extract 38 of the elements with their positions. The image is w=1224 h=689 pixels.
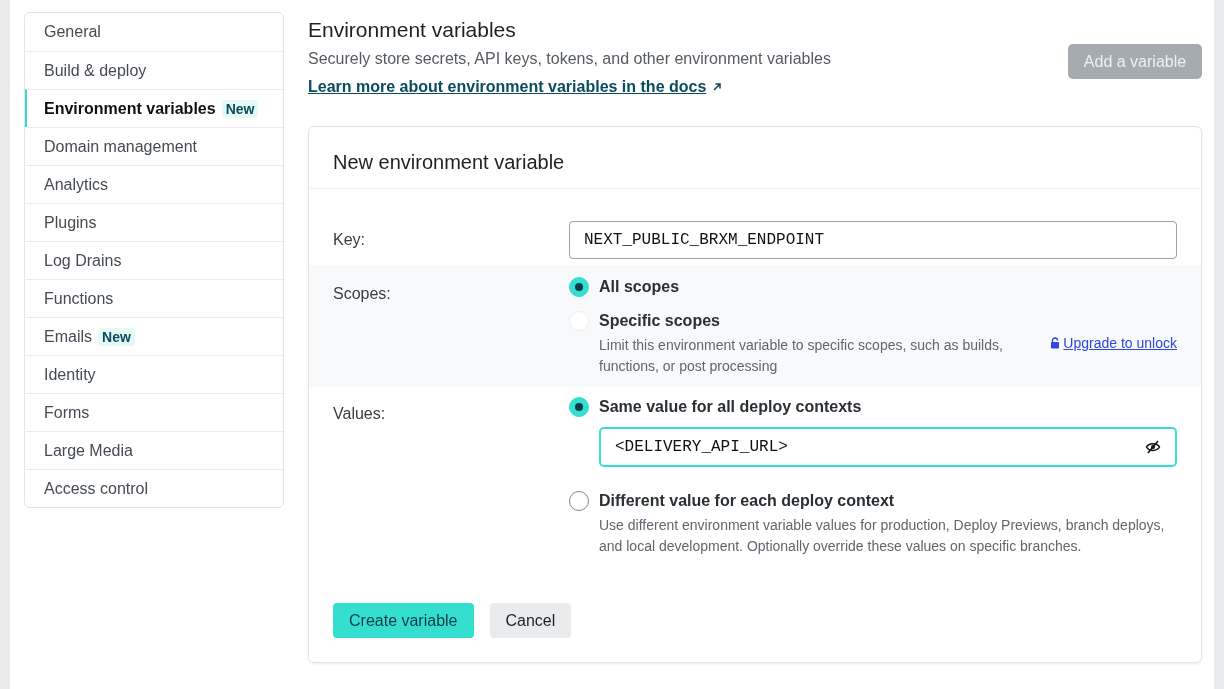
sidebar-item[interactable]: Domain management	[25, 127, 283, 165]
sidebar-item[interactable]: Forms	[25, 393, 283, 431]
values-label: Values:	[333, 404, 387, 423]
radio-button[interactable]	[569, 491, 589, 511]
new-badge: New	[221, 99, 259, 118]
sidebar-item[interactable]: Emails New	[25, 317, 283, 355]
value-input-field[interactable]: <DELIVERY_API_URL>	[599, 427, 1177, 467]
eye-slash-icon[interactable]	[1145, 439, 1161, 455]
option-label: Same value for all deploy contexts	[599, 397, 863, 417]
option-label: All scopes	[599, 277, 681, 297]
lock-icon	[1050, 337, 1061, 349]
sidebar-item[interactable]: Log Drains	[25, 241, 283, 279]
sidebar-item[interactable]: Build & deploy	[25, 51, 283, 89]
docs-link[interactable]: Learn more about environment variables in the docs	[308, 78, 707, 96]
sidebar-item[interactable]: Functions	[25, 279, 283, 317]
radio-button[interactable]	[569, 277, 589, 297]
option-description: Use different environment variable values for production, Deploy Previews, branch deploys, and local development. Optionally override these values on specific branches.	[599, 516, 1166, 556]
radio-button[interactable]	[569, 397, 589, 417]
sidebar-item[interactable]: Plugins	[25, 203, 283, 241]
sidebar-item[interactable]: Environment variables New	[25, 89, 283, 127]
external-link-icon	[711, 81, 724, 93]
page-description: Securely store secrets, API keys, tokens, and other environment variables	[308, 50, 831, 68]
key-input-field[interactable]: NEXT_PUBLIC_BRXM_ENDPOINT	[569, 221, 1177, 259]
option-label: Different value for each deploy context	[599, 491, 896, 511]
create-button[interactable]: Create variable	[333, 603, 474, 638]
form-title: New environment variable	[309, 127, 1201, 189]
sidebar-item[interactable]: Large Media	[25, 431, 283, 469]
option-label: Specific scopes	[599, 311, 721, 331]
scopes-label: Scopes:	[333, 284, 392, 303]
new-badge: New	[98, 327, 135, 346]
page-title: Environment variables	[308, 18, 517, 42]
option-description: Limit this environment variable to specific scopes, such as builds, functions, or post processing	[599, 336, 1004, 376]
key-label: Key:	[333, 230, 366, 249]
sidebar-item[interactable]: Access control	[25, 469, 283, 507]
cancel-button[interactable]: Cancel	[489, 603, 572, 638]
sidebar-item[interactable]: General	[25, 13, 283, 51]
sidebar-item[interactable]: Identity	[25, 355, 283, 393]
sidebar-item[interactable]: Analytics	[25, 165, 283, 203]
